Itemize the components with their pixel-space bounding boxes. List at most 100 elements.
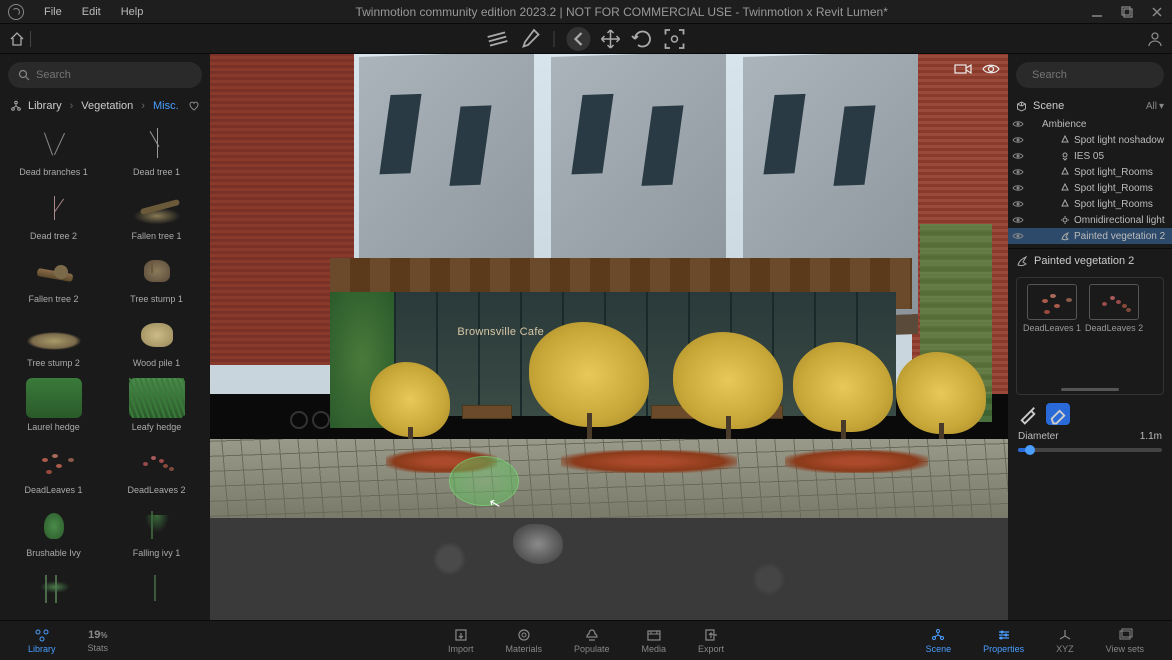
- asset-item[interactable]: [111, 565, 202, 617]
- dock-viewsets-button[interactable]: View sets: [1090, 628, 1160, 654]
- window-close-button[interactable]: [1150, 5, 1164, 19]
- dock-scene-button[interactable]: Scene: [910, 628, 968, 654]
- asset-label: DeadLeaves 2: [127, 485, 185, 495]
- home-button[interactable]: [8, 30, 26, 48]
- menu-help[interactable]: Help: [111, 6, 154, 18]
- scene-node[interactable]: Spot light_Rooms: [1008, 180, 1172, 196]
- paint-mode-button[interactable]: [1016, 403, 1040, 425]
- focus-tool-icon[interactable]: [663, 27, 687, 51]
- asset-label: Dead branches 1: [19, 167, 88, 177]
- selection-thumb[interactable]: DeadLeaves 1: [1023, 284, 1081, 333]
- asset-thumbnail: [26, 188, 82, 228]
- scene-node[interactable]: Spot light_Rooms: [1008, 164, 1172, 180]
- favorite-icon[interactable]: [188, 100, 200, 112]
- dock-library-button[interactable]: Library: [12, 628, 72, 654]
- window-maximize-button[interactable]: [1120, 5, 1134, 19]
- dock-label: Export: [698, 644, 724, 654]
- breadcrumb-vegetation[interactable]: Vegetation: [81, 100, 133, 112]
- viewport-3d[interactable]: Brownsville Cafe ↖: [210, 54, 1008, 620]
- visibility-toggle-icon[interactable]: [1012, 198, 1024, 210]
- scene-node[interactable]: Spot light noshadow: [1008, 132, 1172, 148]
- user-account-icon[interactable]: [1146, 30, 1164, 48]
- asset-item[interactable]: Brushable Ivy: [8, 501, 99, 563]
- export-icon: [703, 628, 719, 642]
- asset-item[interactable]: DeadLeaves 1: [8, 438, 99, 500]
- asset-item[interactable]: Wood pile 1: [111, 311, 202, 373]
- asset-item[interactable]: Falling ivy 1: [111, 501, 202, 563]
- slider-handle[interactable]: [1025, 445, 1035, 455]
- node-label: IES 05: [1074, 151, 1104, 162]
- erase-mode-button[interactable]: [1046, 403, 1070, 425]
- asset-item[interactable]: [8, 565, 99, 617]
- visibility-toggle-icon[interactable]: [1012, 150, 1024, 162]
- dock-label: XYZ: [1056, 644, 1074, 654]
- visibility-toggle-icon[interactable]: [1012, 214, 1024, 226]
- selection-header: Painted vegetation 2: [1008, 248, 1172, 273]
- visibility-toggle-icon[interactable]: [1012, 118, 1024, 130]
- viewport-visibility-icon[interactable]: [982, 62, 1000, 76]
- titlebar: File Edit Help Twinmotion community edit…: [0, 0, 1172, 24]
- diameter-slider[interactable]: [1018, 448, 1162, 452]
- dock-properties-button[interactable]: Properties: [967, 628, 1040, 654]
- dock-import-button[interactable]: Import: [432, 628, 490, 654]
- asset-item[interactable]: Fallen tree 2: [8, 247, 99, 309]
- dock-xyz-button[interactable]: XYZ: [1040, 628, 1090, 654]
- asset-item[interactable]: Dead tree 2: [8, 184, 99, 246]
- media-icon: [646, 628, 662, 642]
- asset-label: Tree stump 1: [130, 294, 183, 304]
- window-minimize-button[interactable]: [1090, 5, 1104, 19]
- dock-stats-button[interactable]: 19% Stats: [72, 629, 125, 653]
- eyedropper-tool-icon[interactable]: [518, 27, 542, 51]
- render-scene: Brownsville Cafe ↖: [210, 54, 1008, 620]
- breadcrumb-misc[interactable]: Misc.: [153, 100, 179, 112]
- selection-thumb[interactable]: DeadLeaves 2: [1085, 284, 1143, 333]
- visibility-toggle-icon[interactable]: [1012, 134, 1024, 146]
- vegetation-paint-icon: [1016, 255, 1028, 267]
- asset-label: Wood pile 1: [133, 358, 180, 368]
- scene-search-input[interactable]: [1032, 69, 1172, 81]
- scene-node-selected[interactable]: Painted vegetation 2: [1008, 228, 1172, 244]
- asset-item[interactable]: Tree stump 1: [111, 247, 202, 309]
- move-tool-icon[interactable]: [599, 27, 623, 51]
- asset-thumbnail: [26, 124, 82, 164]
- scene-node[interactable]: Spot light_Rooms: [1008, 196, 1172, 212]
- asset-item[interactable]: Laurel hedge: [8, 374, 99, 436]
- asset-item[interactable]: Leafy hedge: [111, 374, 202, 436]
- library-search[interactable]: [8, 62, 202, 88]
- divider: [554, 31, 555, 47]
- refresh-tool-icon[interactable]: [631, 27, 655, 51]
- visibility-toggle-icon[interactable]: [1012, 182, 1024, 194]
- asset-item[interactable]: Tree stump 2: [8, 311, 99, 373]
- visibility-toggle-icon[interactable]: [1012, 166, 1024, 178]
- dock-export-button[interactable]: Export: [682, 628, 740, 654]
- asset-grid[interactable]: Dead branches 1 Dead tree 1 Dead tree 2 …: [0, 116, 210, 620]
- thumb-label: DeadLeaves 1: [1023, 323, 1081, 333]
- dock-materials-button[interactable]: Materials: [489, 628, 558, 654]
- scene-dock-icon: [930, 628, 946, 642]
- dock-populate-button[interactable]: Populate: [558, 628, 626, 654]
- scene-node-ambience[interactable]: Ambience: [1008, 116, 1172, 132]
- asset-item[interactable]: Dead tree 1: [111, 120, 202, 182]
- menu-edit[interactable]: Edit: [72, 6, 111, 18]
- visibility-toggle-icon[interactable]: [1012, 230, 1024, 242]
- scene-filter-dropdown[interactable]: All ▾: [1146, 101, 1164, 112]
- nav-back-icon[interactable]: [567, 27, 591, 51]
- scene-node[interactable]: Omnidirectional light: [1008, 212, 1172, 228]
- asset-label: Leafy hedge: [132, 422, 182, 432]
- library-search-input[interactable]: [36, 69, 192, 81]
- dock-label: Import: [448, 644, 474, 654]
- asset-item[interactable]: Dead branches 1: [8, 120, 99, 182]
- viewport-camera-icon[interactable]: [954, 62, 972, 76]
- layers-tool-icon[interactable]: [486, 27, 510, 51]
- scene-search[interactable]: [1016, 62, 1164, 88]
- asset-label: Laurel hedge: [27, 422, 80, 432]
- asset-item[interactable]: Fallen tree 1: [111, 184, 202, 246]
- thumb-scrollbar[interactable]: [1061, 388, 1119, 391]
- asset-item[interactable]: DeadLeaves 2: [111, 438, 202, 500]
- breadcrumb-library[interactable]: Library: [28, 100, 62, 112]
- dock-media-button[interactable]: Media: [626, 628, 683, 654]
- scene-node[interactable]: IES 05: [1008, 148, 1172, 164]
- diameter-property: Diameter 1.1m: [1008, 429, 1172, 444]
- menu-file[interactable]: File: [34, 6, 72, 18]
- asset-thumbnail: [129, 569, 185, 609]
